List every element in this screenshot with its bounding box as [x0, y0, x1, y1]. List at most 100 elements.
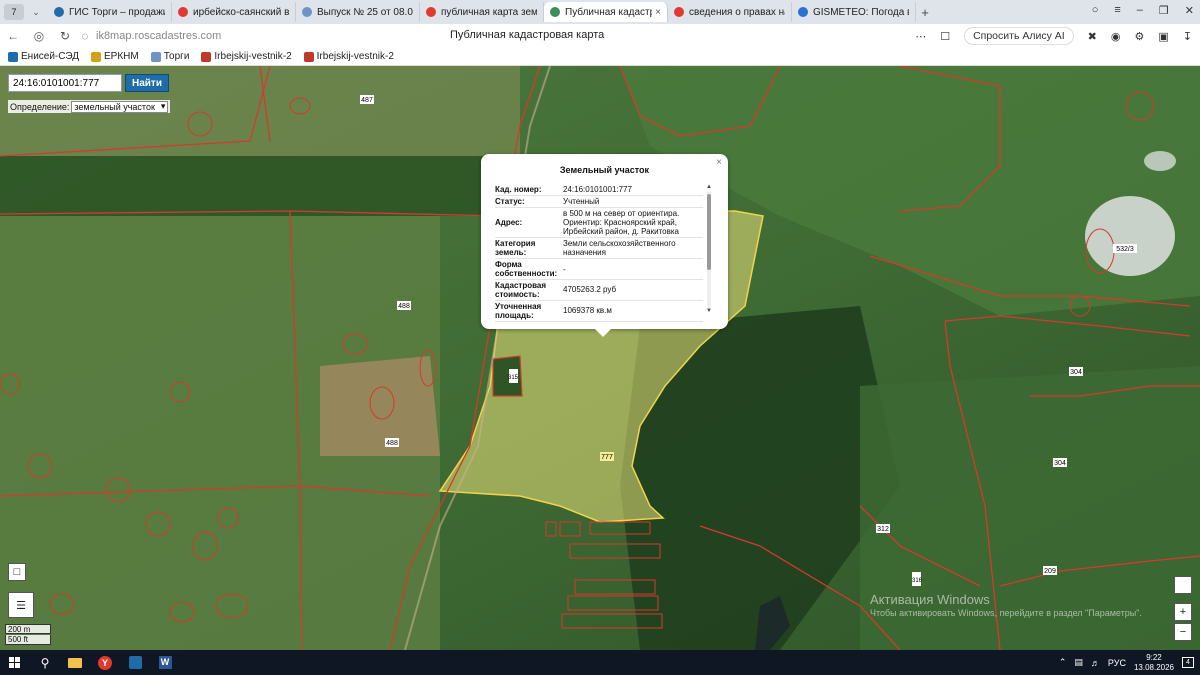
- word-icon[interactable]: W: [150, 650, 180, 675]
- cloud: [1085, 196, 1175, 276]
- parcel-label-text: 532/3: [1116, 246, 1134, 253]
- property-key: Адрес:: [495, 218, 523, 227]
- protect-icon[interactable]: ◎: [26, 29, 52, 43]
- browser-tab[interactable]: ирбейско-саянский вест: [172, 2, 296, 22]
- bookmark-icon[interactable]: ☐: [940, 30, 950, 43]
- browser-tab[interactable]: публичная карта земель: [420, 2, 544, 22]
- scroll-down-icon[interactable]: ▼: [706, 308, 712, 314]
- zoom-out-button[interactable]: −: [1174, 623, 1192, 641]
- browser-tab-strip: 7 ⌄ ГИС Торги – продажи гос ирбейско-сая…: [0, 0, 1200, 24]
- language-indicator[interactable]: РУС: [1108, 658, 1126, 668]
- map-favicon-icon: [550, 7, 560, 17]
- layers-icon: ☰: [16, 599, 26, 612]
- word-logo-icon: W: [158, 656, 172, 669]
- clock-date: 13.08.2026: [1133, 662, 1174, 672]
- find-button[interactable]: Найти: [125, 74, 169, 92]
- cadastral-map[interactable]: 487 488 488 304 304 312 209 532/3 316 77…: [0, 66, 1200, 650]
- reload-icon[interactable]: ↻: [52, 29, 78, 43]
- more-icon[interactable]: ⋯: [915, 30, 926, 43]
- profile-icon[interactable]: ○: [1092, 4, 1099, 17]
- definition-selector: Определение: земельный участок ▾: [8, 100, 171, 113]
- chevron-down-icon: ▾: [160, 101, 166, 111]
- property-key: Форма собственности:: [495, 260, 558, 278]
- download-icon[interactable]: ↧: [1183, 30, 1192, 43]
- parcel-label: 532/3: [1113, 244, 1137, 253]
- bookmark-favicon-icon: [303, 51, 314, 62]
- close-window-icon[interactable]: ✕: [1185, 4, 1194, 17]
- bookmark-item[interactable]: Irbejskij-vestnik-2: [201, 51, 292, 62]
- bookmark-item[interactable]: Енисей-СЭД: [8, 51, 79, 62]
- search-icon[interactable]: ⚲: [30, 650, 60, 675]
- windows-logo-icon: [9, 656, 20, 668]
- yandex-favicon-icon: [674, 7, 684, 17]
- bookmark-favicon-icon: [150, 51, 161, 62]
- minimize-icon[interactable]: –: [1137, 4, 1143, 17]
- definition-select-value: земельный участок: [74, 101, 155, 112]
- collections-icon[interactable]: ▣: [1158, 30, 1168, 43]
- favicon-icon: [54, 7, 64, 17]
- app-shape: [128, 656, 142, 669]
- property-row: Форма собственности: -: [495, 259, 703, 280]
- parcel-label-text: 777: [601, 454, 613, 461]
- browser-tab-active[interactable]: Публичная кадастрова×: [544, 2, 668, 22]
- chevron-down-icon[interactable]: ⌄: [28, 7, 44, 18]
- bookmark-item[interactable]: ЕРКНМ: [91, 51, 139, 62]
- shield-icon[interactable]: ◉: [1111, 30, 1121, 43]
- property-value: 24:16:0101001:777: [563, 185, 632, 194]
- layers-button[interactable]: ☰: [8, 592, 34, 618]
- property-key: Категория земель:: [495, 239, 536, 257]
- property-value: 4705263.2 руб: [563, 285, 617, 294]
- popup-scrollbar[interactable]: ▲ ▼: [706, 184, 712, 316]
- clock-time: 9:22: [1146, 652, 1162, 662]
- property-key: Кадастровая стоимость:: [495, 281, 547, 299]
- volume-icon[interactable]: ♬: [1091, 658, 1100, 668]
- parcel-label: 488: [397, 301, 411, 310]
- close-icon[interactable]: ×: [716, 157, 722, 168]
- tools-icon[interactable]: ✖: [1088, 30, 1097, 43]
- scroll-up-icon[interactable]: ▲: [706, 184, 712, 190]
- property-value: в 500 м на север от ориентира. Ориентир:…: [563, 209, 680, 236]
- browser-tab[interactable]: сведения о правах на нед: [668, 2, 792, 22]
- file-explorer-icon[interactable]: [60, 650, 90, 675]
- bookmark-item[interactable]: Irbejskij-vestnik-2: [303, 51, 394, 62]
- parcel-label-text: 316: [912, 578, 923, 584]
- site-info-icon[interactable]: ◌: [78, 29, 92, 43]
- zoom-in-button[interactable]: +: [1174, 603, 1192, 621]
- menu-icon[interactable]: ≡: [1114, 4, 1120, 17]
- gismeteo-favicon-icon: [798, 7, 808, 17]
- map-toggle-button[interactable]: [1174, 576, 1192, 594]
- forest-belt: [0, 156, 520, 216]
- bookmark-favicon-icon: [8, 51, 18, 62]
- url-text[interactable]: ik8map.roscadastres.com: [96, 30, 221, 42]
- network-icon[interactable]: ▤: [1074, 657, 1083, 668]
- cadastral-number-input[interactable]: [8, 74, 122, 92]
- parcel-label: 304: [1053, 458, 1067, 467]
- screen: 7 ⌄ ГИС Торги – продажи гос ирбейско-сая…: [0, 0, 1200, 675]
- fullscreen-button[interactable]: □: [8, 563, 26, 581]
- browser-tab[interactable]: Выпуск № 25 от 08.07.202: [296, 2, 420, 22]
- definition-select[interactable]: земельный участок ▾: [71, 100, 169, 113]
- scrollbar-thumb[interactable]: [707, 194, 711, 270]
- square-icon: □: [13, 566, 21, 578]
- app-icon[interactable]: [120, 650, 150, 675]
- extensions-icon[interactable]: ⚙: [1135, 30, 1145, 43]
- yandex-browser-icon[interactable]: Y: [90, 650, 120, 675]
- close-tab-icon[interactable]: ×: [655, 7, 661, 18]
- back-arrow-icon[interactable]: ←: [0, 29, 26, 43]
- clock[interactable]: 9:22 13.08.2026: [1134, 653, 1174, 673]
- restore-icon[interactable]: ❐: [1159, 4, 1169, 17]
- notification-icon[interactable]: 4: [1182, 657, 1194, 668]
- parcel-label: 488: [385, 438, 399, 447]
- page-title: Публичная кадастровая карта: [450, 29, 605, 41]
- browser-tab[interactable]: ГИС Торги – продажи гос: [48, 2, 172, 22]
- property-value: Учтенный: [563, 197, 600, 206]
- windows-start-icon[interactable]: [0, 650, 30, 675]
- new-tab-button[interactable]: +: [916, 5, 934, 20]
- tab-count-badge[interactable]: 7: [4, 4, 24, 20]
- browser-tab[interactable]: GISMETEO: Погода в Ирб: [792, 2, 916, 22]
- parcel-label: 315: [508, 369, 519, 383]
- bookmark-item[interactable]: Торги: [150, 51, 189, 62]
- chevron-up-icon[interactable]: ⌃: [1059, 657, 1067, 668]
- property-row: Уточненная площадь: 1069378 кв.м: [495, 301, 703, 322]
- ask-alice-button[interactable]: Спросить Алису AI: [964, 27, 1074, 45]
